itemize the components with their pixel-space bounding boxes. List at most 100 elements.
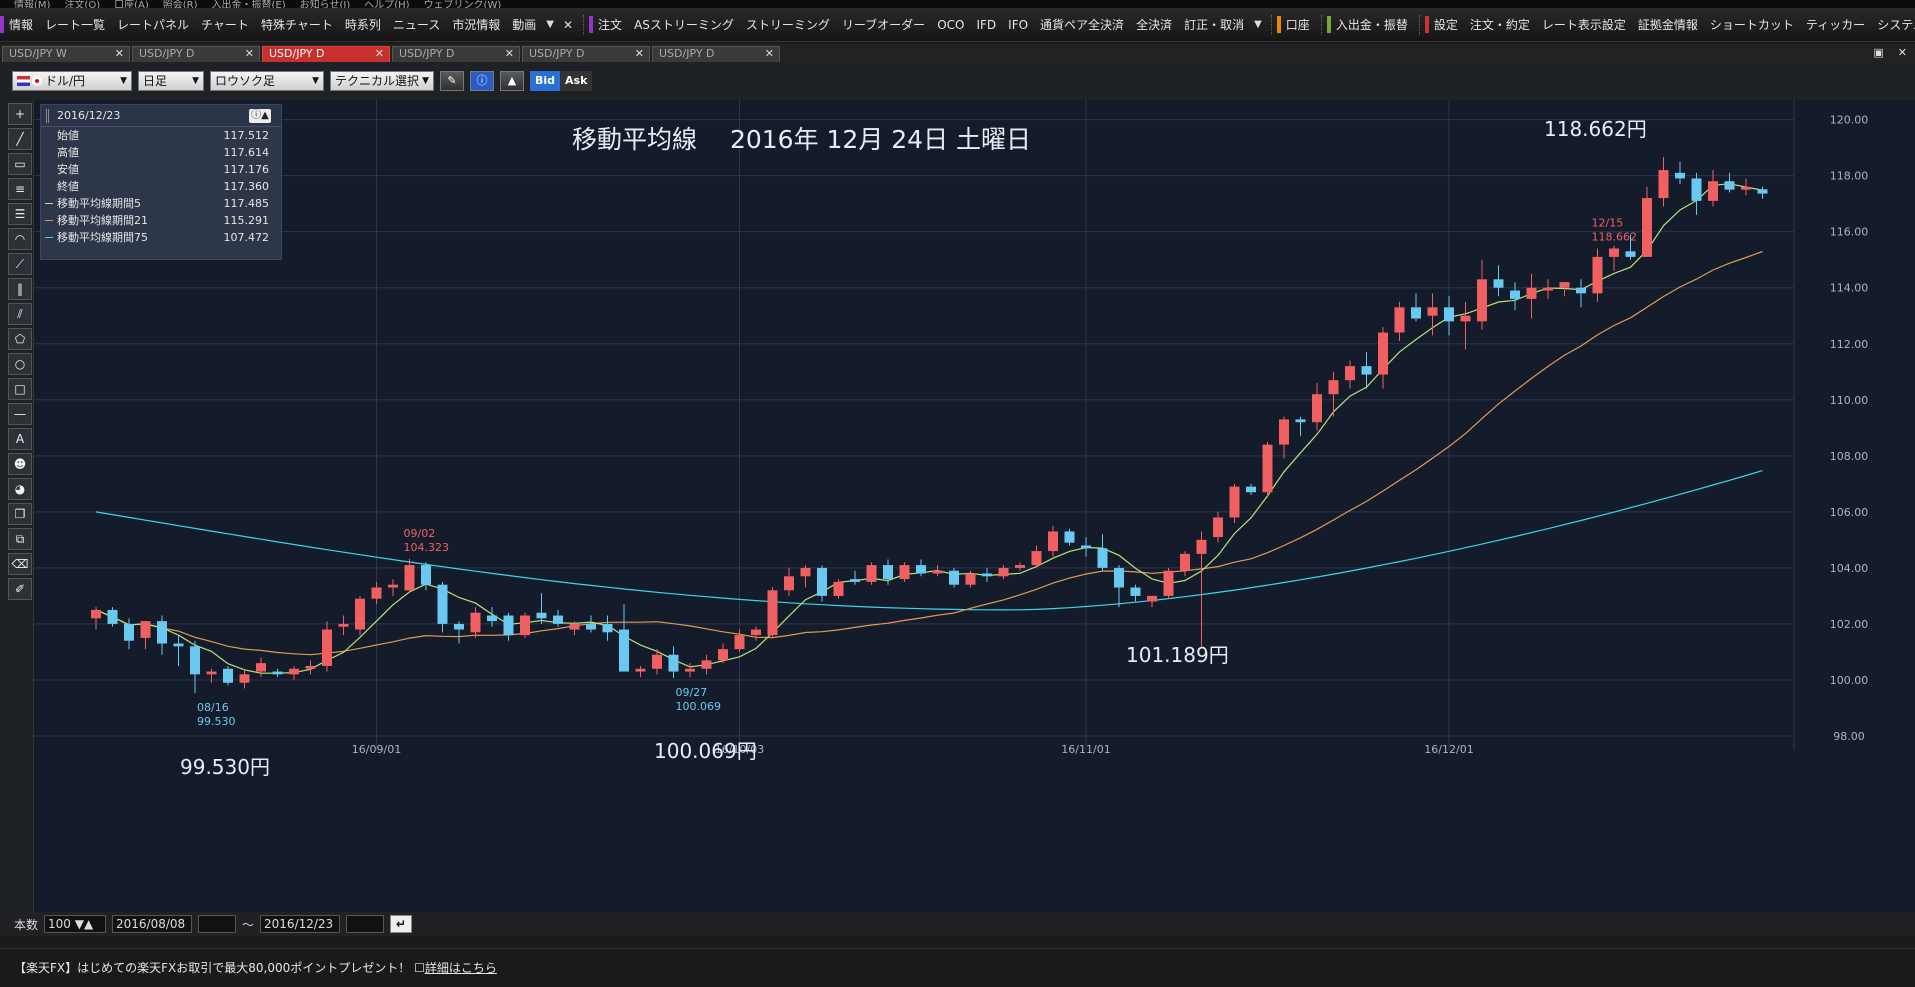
toolbar-item[interactable]: 通貨ペア全決済 — [1034, 16, 1130, 33]
fibonacci-icon[interactable]: ☰ — [8, 203, 32, 225]
toolbar-item[interactable]: OCO — [931, 18, 970, 32]
spin-up-icon[interactable]: ▲ — [84, 917, 93, 931]
chart-type-select[interactable]: ロウソク足 ▼ — [210, 71, 324, 91]
chart-tab[interactable]: USD/JPY D ✕ — [392, 46, 520, 62]
more-arrow-icon[interactable]: ▼ — [542, 19, 558, 30]
eraser-all-icon[interactable]: ✐ — [8, 578, 32, 600]
bar-count-input[interactable]: 100 ▼▲ — [44, 915, 107, 933]
info-collapse-icon[interactable]: ⓘ▲ — [249, 109, 271, 123]
toolbar-item[interactable]: 口座 — [1276, 16, 1316, 33]
toolbar-item[interactable]: レートパネル — [111, 16, 195, 33]
spin-down-icon[interactable]: ▼ — [75, 917, 84, 931]
candlestick-chart-svg[interactable]: 120.00 118.00 116.00 114.00 112.00 110.00 108.… — [34, 100, 1915, 912]
text-icon[interactable]: A — [8, 428, 32, 450]
timeframe-select[interactable]: 日足 ▼ — [138, 71, 204, 91]
chart-tab[interactable]: USD/JPY W ✕ — [2, 46, 130, 62]
drag-handle-icon[interactable] — [46, 109, 49, 123]
menu-item[interactable]: ウェブリンク(W) — [424, 1, 502, 9]
candle-body — [289, 668, 299, 675]
toolbar-item[interactable]: 情報 — [0, 16, 39, 33]
chart-tab[interactable]: USD/JPY D ✕ — [132, 46, 260, 62]
toolbar-item[interactable]: ティッカー — [1800, 16, 1871, 33]
stamp-icon[interactable]: ☻ — [8, 453, 32, 475]
ruler-icon[interactable]: ▭ — [8, 153, 32, 175]
menu-item[interactable]: お知らせ(I) — [300, 1, 351, 9]
arc-icon[interactable]: ◠ — [8, 228, 32, 250]
menu-item[interactable]: 注文(O) — [64, 1, 100, 9]
toolbar-item[interactable]: 訂正・取消 — [1178, 16, 1250, 33]
info-icon[interactable]: ⓘ — [470, 71, 494, 91]
menu-item[interactable]: 情報(M) — [14, 1, 50, 9]
maximize-icon[interactable]: ▣ — [1873, 46, 1883, 59]
price-chart[interactable]: 120.00 118.00 116.00 114.00 112.00 110.00 108.… — [34, 100, 1915, 912]
close-group-icon[interactable]: ✕ — [558, 18, 578, 32]
info-panel-header[interactable]: 2016/12/23 ⓘ▲ — [41, 105, 281, 127]
menu-item[interactable]: 口座(A) — [114, 1, 149, 9]
toolbar-item[interactable]: 設定 — [1424, 16, 1464, 33]
eraser-icon[interactable]: ⌫ — [8, 553, 32, 575]
tab-close-icon[interactable]: ✕ — [635, 47, 644, 61]
crosshair-icon[interactable]: + — [8, 103, 32, 125]
apply-range-button[interactable]: ↵ — [390, 915, 413, 933]
chart-tab[interactable]: USD/JPY D ✕ — [262, 46, 390, 62]
toolbar-item[interactable]: リーブオーダー — [836, 16, 931, 33]
channel-icon[interactable]: ⫽ — [8, 303, 32, 325]
hline-icon[interactable]: — — [8, 403, 32, 425]
toolbar-item[interactable]: チャート — [195, 16, 255, 33]
more-arrow-icon[interactable]: ▼ — [1250, 19, 1266, 30]
copy-icon[interactable]: ❐ — [8, 503, 32, 525]
toolbar-item[interactable]: 証拠金情報 — [1632, 16, 1704, 33]
toolbar-item[interactable]: レート一覧 — [39, 16, 111, 33]
toolbar-item[interactable]: IFD — [970, 18, 1002, 32]
pentagon-icon[interactable]: ⬠ — [8, 328, 32, 350]
tab-close-icon[interactable]: ✕ — [505, 47, 514, 61]
toolbar-item[interactable]: 全決済 — [1130, 16, 1178, 33]
color-icon[interactable]: ◕ — [8, 478, 32, 500]
to-time-input[interactable] — [346, 915, 385, 933]
toolbar-item[interactable]: 動画 — [506, 16, 542, 33]
toolbar-item[interactable]: 入出金・振替 — [1326, 16, 1414, 33]
rectangle-icon[interactable]: □ — [8, 378, 32, 400]
pen-icon[interactable]: ✎ — [440, 71, 464, 91]
chart-tab[interactable]: USD/JPY D ✕ — [522, 46, 650, 62]
horizontal-lines-icon[interactable]: ≡ — [8, 178, 32, 200]
toolbar-item[interactable]: ニュース — [387, 16, 446, 33]
toolbar-item[interactable]: IFO — [1002, 18, 1034, 32]
tab-close-icon[interactable]: ✕ — [115, 47, 124, 61]
from-date-input[interactable]: 2016/08/08 — [112, 915, 193, 933]
menu-item[interactable]: ヘルプ(H) — [364, 1, 409, 9]
currency-pair-select[interactable]: ドル/円 ▼ — [12, 71, 132, 91]
toolbar-item[interactable]: ショートカット — [1704, 16, 1800, 33]
fan-icon[interactable]: ⟋ — [8, 253, 32, 275]
toolbar-item[interactable]: システム — [1871, 16, 1915, 33]
layers-icon[interactable]: ⧉ — [8, 528, 32, 550]
area-chart-icon[interactable]: ▲ — [500, 71, 524, 91]
info-value: 117.512 — [223, 129, 270, 142]
to-date-input[interactable]: 2016/12/23 — [260, 915, 341, 933]
promo-link[interactable]: 詳細はこちら — [425, 961, 497, 975]
close-icon[interactable]: ✕ — [1898, 46, 1907, 59]
toolbar-item[interactable]: 特殊チャート — [255, 16, 339, 33]
toolbar-item[interactable]: レート表示設定 — [1536, 16, 1632, 33]
tab-close-icon[interactable]: ✕ — [245, 47, 254, 61]
tab-close-icon[interactable]: ✕ — [375, 47, 384, 61]
circle-icon[interactable]: ○ — [8, 353, 32, 375]
toolbar-item[interactable]: 時系列 — [339, 16, 387, 33]
toolbar-item[interactable]: 注文 — [589, 16, 628, 33]
menu-item[interactable]: 入出金・振替(E) — [212, 1, 286, 9]
bid-button[interactable]: Bid — [530, 71, 561, 91]
chart-tab[interactable]: USD/JPY D ✕ — [652, 46, 780, 62]
checkbox-icon[interactable]: ☐ — [414, 961, 425, 975]
toolbar-item[interactable]: 注文・約定 — [1464, 16, 1536, 33]
y-tick-label: 120.00 — [1830, 114, 1869, 127]
tab-close-icon[interactable]: ✕ — [765, 47, 774, 61]
vertical-lines-icon[interactable]: ‖ — [8, 278, 32, 300]
toolbar-item[interactable]: ASストリーミング — [628, 16, 740, 33]
toolbar-item[interactable]: 市況情報 — [446, 16, 506, 33]
technical-select[interactable]: テクニカル選択 ▼ — [330, 71, 434, 91]
from-time-input[interactable] — [198, 915, 237, 933]
ask-button[interactable]: Ask — [560, 71, 593, 91]
menu-item[interactable]: 照会(R) — [163, 1, 198, 9]
toolbar-item[interactable]: ストリーミング — [740, 16, 836, 33]
trendline-icon[interactable]: ╱ — [8, 128, 32, 150]
